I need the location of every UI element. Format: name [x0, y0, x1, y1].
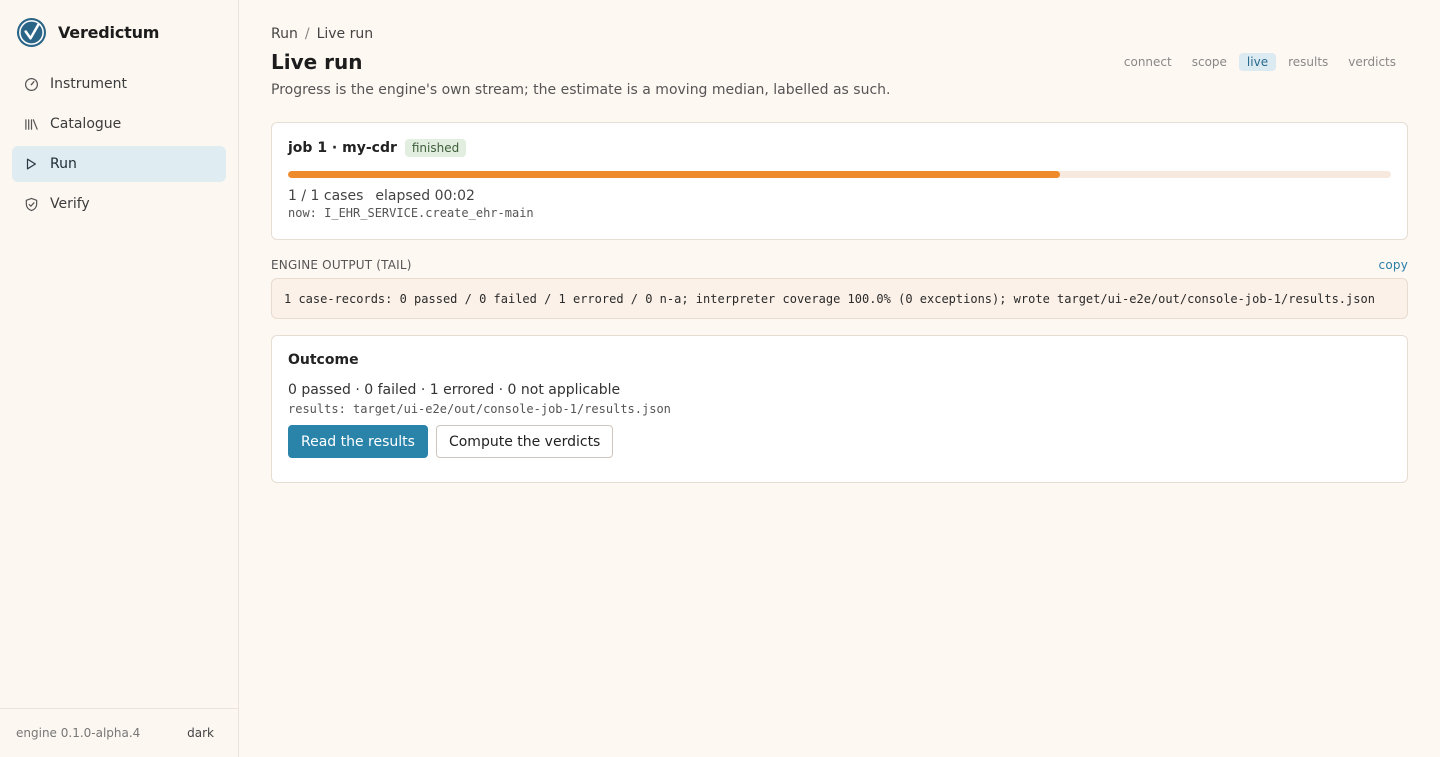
current-case: now: I_EHR_SERVICE.create_ehr-main [288, 206, 534, 220]
shield-check-icon [23, 196, 39, 212]
page-title: Live run [271, 50, 363, 74]
breadcrumb-current: Live run [316, 26, 374, 42]
sidebar-item-label: Verify [50, 196, 90, 212]
sidebar-item-label: Instrument [50, 76, 128, 92]
outcome-title: Outcome [288, 352, 359, 368]
progress-bar [288, 171, 1391, 178]
job-header: job 1 · my-cdr finished [288, 139, 1391, 157]
main-content: Run / Live run Live run connect scope live… [239, 0, 1440, 757]
sidebar-item-run[interactable]: Run [12, 146, 226, 182]
step-scope[interactable]: scope [1184, 53, 1235, 71]
gauge-icon [23, 76, 39, 92]
compute-verdicts-button[interactable]: Compute the verdicts [435, 425, 614, 458]
page-subtitle: Progress is the engine's own stream; the… [271, 82, 891, 98]
output-header: ENGINE OUTPUT (TAIL) copy [271, 258, 1408, 272]
step-live[interactable]: live [1238, 53, 1277, 71]
title-row: Live run connect scope live results verd… [271, 50, 1408, 74]
output-heading: ENGINE OUTPUT (TAIL) [271, 258, 412, 272]
breadcrumb-separator: / [304, 26, 310, 42]
step-results[interactable]: results [1280, 53, 1336, 71]
sidebar-item-instrument[interactable]: Instrument [12, 66, 226, 102]
theme-toggle[interactable]: dark [187, 726, 214, 740]
job-card: job 1 · my-cdr finished 1 / 1 cases elaps… [271, 122, 1408, 240]
progress-fill [288, 171, 1061, 178]
app-root: Veredictum Instrument Catalogue Run Veri… [0, 0, 1440, 757]
brand[interactable]: Veredictum [0, 0, 238, 48]
veredictum-logo-icon [16, 17, 47, 47]
case-count: 1 / 1 cases [288, 188, 364, 204]
copy-button[interactable]: copy [1379, 258, 1408, 272]
read-results-button[interactable]: Read the results [288, 425, 428, 458]
sidebar-item-catalogue[interactable]: Catalogue [12, 106, 226, 142]
sidebar: Veredictum Instrument Catalogue Run Veri… [0, 0, 239, 757]
sidebar-item-label: Run [50, 156, 77, 172]
outcome-card: Outcome 0 passed · 0 failed · 1 errored … [271, 335, 1408, 483]
sidebar-item-verify[interactable]: Verify [12, 186, 226, 222]
outcome-summary: 0 passed · 0 failed · 1 errored · 0 not … [288, 382, 621, 398]
engine-version: engine 0.1.0-alpha.4 [16, 726, 141, 740]
library-icon [23, 116, 39, 132]
elapsed-time: elapsed 00:02 [375, 188, 475, 204]
engine-output: 1 case-records: 0 passed / 0 failed / 1 … [271, 278, 1408, 319]
sidebar-item-label: Catalogue [50, 116, 122, 132]
results-path: results: target/ui-e2e/out/console-job-1… [288, 402, 671, 416]
job-title: job 1 · my-cdr [288, 140, 397, 156]
play-icon [23, 156, 39, 172]
sidebar-nav: Instrument Catalogue Run Verify [0, 66, 238, 222]
step-indicator: connect scope live results verdicts [1116, 53, 1404, 71]
sidebar-footer: engine 0.1.0-alpha.4 dark [0, 708, 238, 757]
outcome-actions: Read the results Compute the verdicts [288, 425, 1391, 458]
step-verdicts[interactable]: verdicts [1340, 53, 1404, 71]
status-badge: finished [404, 139, 467, 157]
step-connect[interactable]: connect [1116, 53, 1180, 71]
breadcrumb-parent[interactable]: Run [271, 26, 298, 42]
brand-name: Veredictum [58, 22, 160, 42]
job-meta: 1 / 1 cases elapsed 00:02 [288, 188, 1391, 204]
breadcrumb: Run / Live run [271, 24, 1408, 44]
